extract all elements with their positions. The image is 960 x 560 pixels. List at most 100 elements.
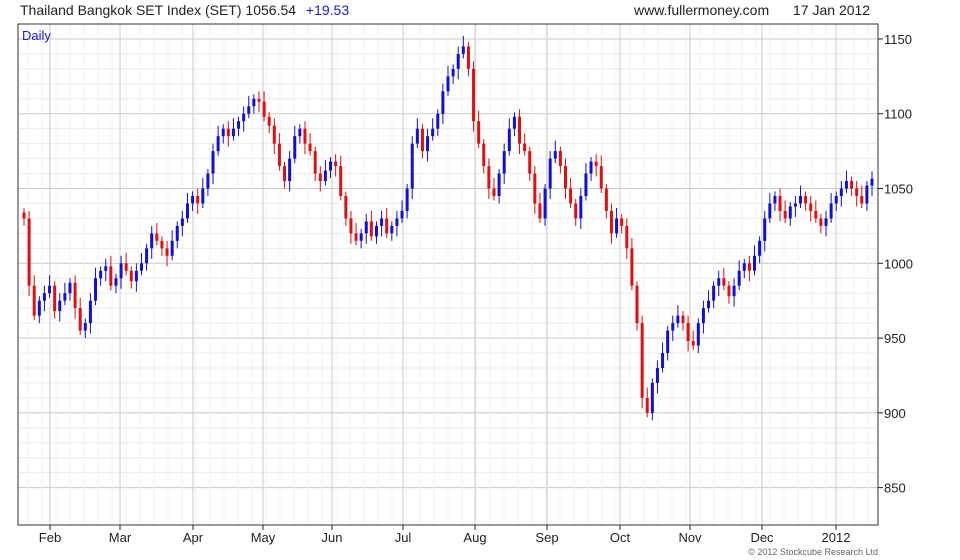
- candle-body: [819, 218, 823, 226]
- candle-body: [701, 308, 705, 324]
- candle-body: [461, 46, 465, 54]
- candle-body: [707, 300, 711, 309]
- candle-body: [415, 128, 419, 144]
- candle-body: [170, 240, 174, 256]
- candle-body: [410, 143, 414, 189]
- candle-body: [303, 128, 307, 144]
- candle-body: [553, 151, 557, 159]
- x-tick-label: 2012: [822, 530, 851, 545]
- candle-body: [804, 195, 808, 204]
- candle-body: [717, 278, 721, 286]
- candle-body: [681, 315, 685, 324]
- y-tick-label: 1100: [884, 107, 912, 122]
- candle-body: [349, 218, 353, 234]
- candle-body: [747, 263, 751, 271]
- candle-body: [201, 188, 205, 204]
- candle-body: [737, 270, 741, 286]
- candle-body: [237, 121, 241, 129]
- candle-body: [160, 240, 164, 249]
- candle-body: [42, 293, 46, 301]
- candle-body: [420, 128, 424, 152]
- candle-body: [742, 263, 746, 271]
- candle-body: [313, 151, 317, 174]
- x-tick-label: Jul: [395, 530, 412, 545]
- candle-body: [788, 206, 792, 219]
- candle-body: [78, 308, 82, 331]
- candle-body: [798, 195, 802, 204]
- candle-body: [431, 128, 435, 137]
- candle-body: [344, 195, 348, 219]
- candle-body: [318, 173, 322, 182]
- candle-body: [374, 225, 378, 237]
- y-tick-label: 1000: [884, 256, 913, 271]
- candle-body: [242, 113, 246, 122]
- candle-body: [211, 151, 215, 174]
- candle-body: [850, 181, 854, 189]
- candle-body: [231, 128, 235, 137]
- candle-body: [226, 128, 230, 137]
- candle-body: [364, 221, 368, 234]
- candle-body: [94, 278, 98, 301]
- candle-body: [615, 218, 619, 234]
- candle-body: [354, 233, 358, 241]
- candle-body: [661, 353, 665, 368]
- x-tick-label: Mar: [109, 530, 132, 545]
- candle-body: [492, 188, 496, 196]
- candle-body: [502, 151, 506, 174]
- candle-body: [441, 91, 445, 114]
- candle-body: [185, 203, 189, 219]
- candle-body: [655, 367, 659, 383]
- candle-body: [267, 116, 271, 126]
- candle-body: [666, 330, 670, 354]
- candle-body: [436, 113, 440, 129]
- candle-body: [206, 173, 210, 189]
- candle-body: [323, 170, 327, 182]
- candle-body: [165, 248, 169, 256]
- candle-body: [369, 221, 373, 237]
- candle-body: [696, 323, 700, 346]
- candle-body: [124, 263, 128, 271]
- candle-body: [466, 46, 470, 69]
- candle-body: [839, 188, 843, 196]
- candle-body: [783, 210, 787, 219]
- candle-body: [477, 121, 481, 144]
- candle-body: [594, 161, 598, 167]
- candle-body: [288, 158, 292, 182]
- candle-body: [712, 285, 716, 301]
- candle-body: [145, 248, 149, 264]
- candle-body: [533, 173, 537, 204]
- candle-body: [472, 68, 476, 122]
- candle-body: [380, 218, 384, 226]
- x-tick-label: Apr: [183, 530, 204, 545]
- copyright-note: © 2012 Stockcube Research Ltd: [748, 547, 878, 557]
- candle-body: [834, 195, 838, 204]
- period-label: Daily: [22, 28, 51, 43]
- candle-body: [58, 300, 62, 312]
- candle-body: [528, 151, 532, 174]
- candle-body: [778, 195, 782, 211]
- candle-body: [109, 266, 113, 286]
- candle-body: [129, 270, 133, 282]
- candle-body: [139, 263, 143, 271]
- candle-body: [548, 158, 552, 189]
- candle-body: [824, 218, 828, 226]
- candle-body: [650, 382, 654, 413]
- candle-body: [870, 178, 874, 186]
- candle-body: [257, 98, 261, 102]
- candle-body: [497, 173, 501, 196]
- candle-body: [308, 143, 312, 152]
- candle-body: [27, 218, 31, 286]
- candle-body: [99, 270, 103, 279]
- candle-body: [625, 225, 629, 249]
- candle-body: [73, 282, 77, 309]
- candle-body: [860, 195, 864, 204]
- x-tick-label: Jun: [322, 530, 343, 545]
- candle-body: [446, 76, 450, 92]
- y-tick-label: 850: [884, 481, 906, 496]
- candle-body: [584, 173, 588, 196]
- candle-body: [640, 323, 644, 398]
- candle-body: [620, 218, 624, 226]
- candle-body: [569, 188, 573, 204]
- candle-body: [385, 218, 389, 234]
- candle-body: [114, 278, 118, 286]
